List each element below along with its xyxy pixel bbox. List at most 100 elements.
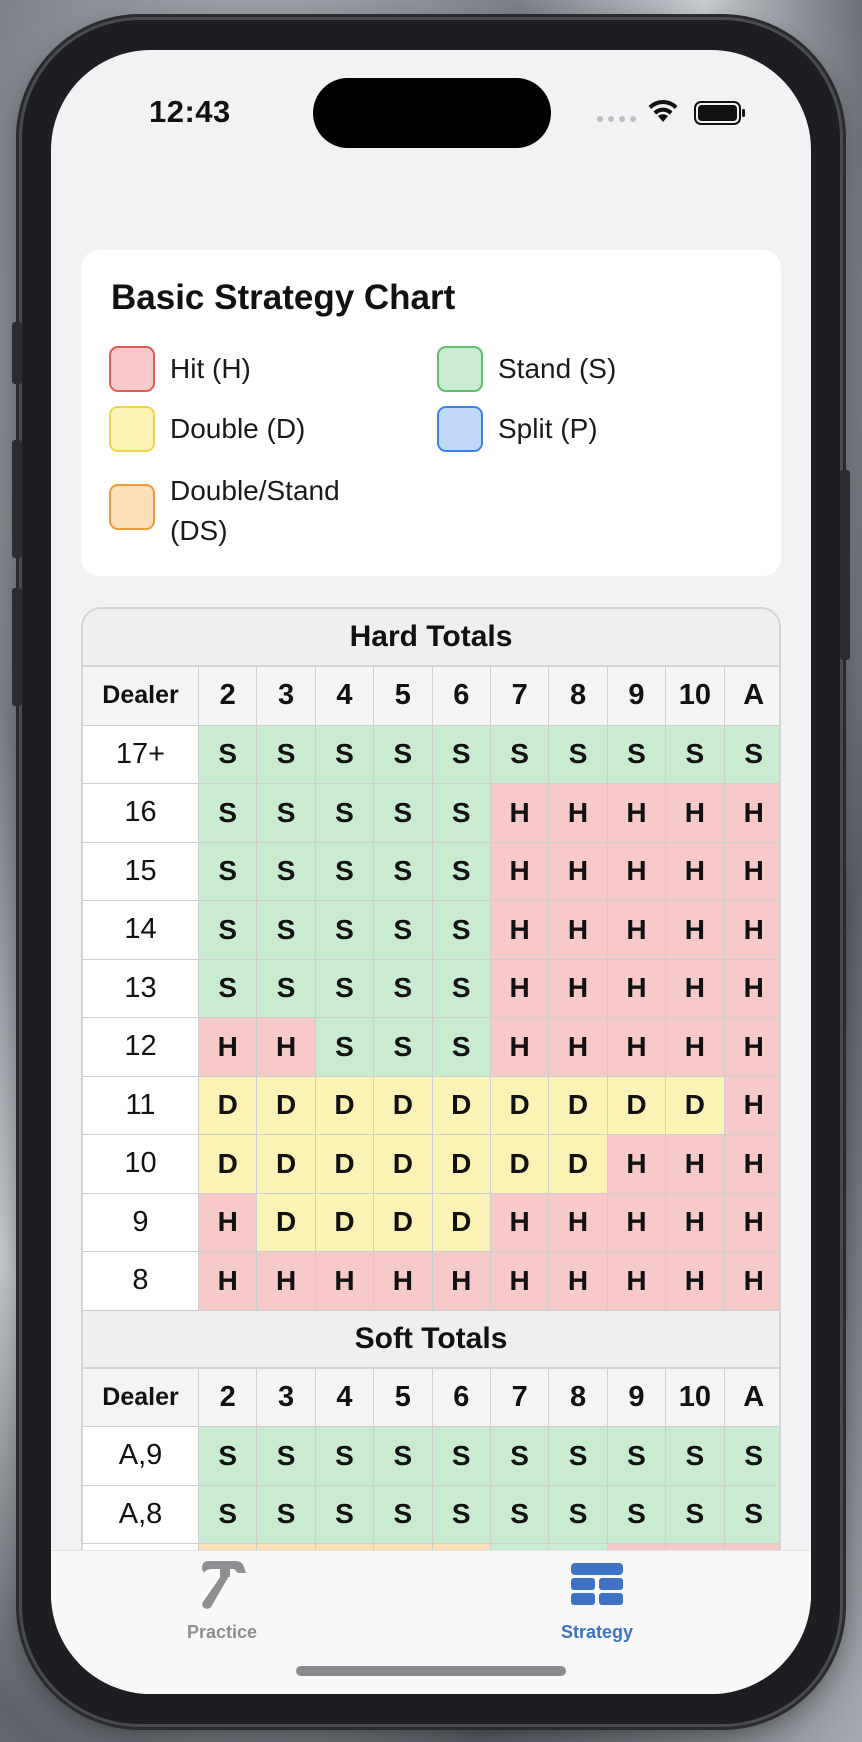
player-hand-label: 13 <box>83 959 199 1018</box>
action-cell: H <box>607 1193 667 1252</box>
action-cell: H <box>666 1135 725 1194</box>
dealer-card-header: 4 <box>315 1368 375 1427</box>
dealer-card-header: 9 <box>607 1368 667 1427</box>
table-row: 15 S S S S S H H H H H <box>83 842 779 901</box>
side-button-volume-up <box>12 440 22 558</box>
strategy-scroll-view[interactable]: Basic Strategy Chart Hit (H) Stand (S) D… <box>51 200 811 1550</box>
action-cell: H <box>666 1193 725 1252</box>
legend-label-split: Split (P) <box>498 413 598 444</box>
table-row: 14 S S S S S H H H H H <box>83 901 779 960</box>
legend-label-hit: Hit (H) <box>170 353 251 384</box>
action-cell: D <box>257 1135 316 1194</box>
soft-header-row: Dealer 2 3 4 5 6 7 8 9 10 A <box>83 1368 779 1427</box>
legend-label-double: Double (D) <box>170 413 306 444</box>
soft-totals-title: Soft Totals <box>83 1310 779 1369</box>
action-cell: H <box>607 959 667 1018</box>
action-cell: S <box>666 725 725 784</box>
action-cell: S <box>257 842 316 901</box>
action-cell: S <box>549 725 608 784</box>
action-cell: H <box>607 842 667 901</box>
action-cell: H <box>607 901 667 960</box>
action-cell: H <box>607 1135 667 1194</box>
action-cell: H <box>607 784 667 843</box>
split-swatch <box>437 406 483 452</box>
action-cell: S <box>607 1427 667 1486</box>
action-cell: H <box>549 901 608 960</box>
action-cell: S <box>724 1485 779 1544</box>
action-cell: S <box>666 1427 725 1486</box>
action-cell: H <box>549 1193 608 1252</box>
action-cell: S <box>374 842 433 901</box>
action-cell: H <box>666 1252 725 1311</box>
action-cell: H <box>257 1018 316 1077</box>
action-cell: S <box>432 1485 491 1544</box>
action-cell: D <box>257 1076 316 1135</box>
action-cell: S <box>432 901 491 960</box>
action-cell: S <box>374 725 433 784</box>
action-cell: S <box>199 1485 258 1544</box>
action-cell: S <box>315 901 375 960</box>
legend-label-stand: Stand (S) <box>498 353 617 384</box>
player-hand-label: 14 <box>83 901 199 960</box>
player-hand-label: A,8 <box>83 1485 199 1544</box>
hard-header-row: Dealer 2 3 4 5 6 7 8 9 10 A <box>83 667 779 726</box>
dealer-card-header: 8 <box>549 1368 608 1427</box>
action-cell: H <box>490 1193 550 1252</box>
action-cell: S <box>490 1485 550 1544</box>
action-cell: D <box>374 1076 433 1135</box>
hard-totals-title: Hard Totals <box>83 609 779 667</box>
double-swatch <box>109 406 155 452</box>
action-cell: S <box>315 784 375 843</box>
action-cell: S <box>315 1485 375 1544</box>
legend-item-hit: Hit (H) <box>109 346 251 392</box>
dealer-card-header: 9 <box>607 667 667 726</box>
action-cell: H <box>490 959 550 1018</box>
action-cell: H <box>549 784 608 843</box>
cellular-signal-icon <box>597 116 636 122</box>
action-cell: D <box>607 1076 667 1135</box>
status-time: 12:43 <box>149 94 231 129</box>
dealer-card-header: 7 <box>490 1368 550 1427</box>
action-cell: H <box>724 1252 779 1311</box>
action-cell: D <box>490 1135 550 1194</box>
table-row: A,8 S S S S S S S S S S <box>83 1485 779 1544</box>
action-cell: H <box>549 959 608 1018</box>
side-button-action <box>12 322 22 384</box>
action-cell: S <box>432 725 491 784</box>
action-cell: H <box>490 901 550 960</box>
tab-strategy[interactable]: Strategy <box>522 1559 672 1643</box>
action-cell: S <box>199 959 258 1018</box>
player-hand-label: 16 <box>83 784 199 843</box>
player-hand-label: 9 <box>83 1193 199 1252</box>
action-cell: S <box>315 959 375 1018</box>
action-cell: H <box>549 1252 608 1311</box>
action-cell: D <box>432 1076 491 1135</box>
dealer-card-header: 5 <box>374 1368 433 1427</box>
action-cell: H <box>432 1252 491 1311</box>
action-cell: S <box>374 1018 433 1077</box>
action-cell: S <box>490 1427 550 1486</box>
action-cell: S <box>199 901 258 960</box>
action-cell: S <box>432 784 491 843</box>
action-cell: H <box>607 1252 667 1311</box>
action-cell: H <box>666 842 725 901</box>
dealer-card-header: A <box>724 1368 779 1427</box>
action-cell: S <box>315 725 375 784</box>
action-cell: S <box>432 959 491 1018</box>
dealer-card-header: 10 <box>666 667 725 726</box>
action-cell: H <box>199 1252 258 1311</box>
legend-title: Basic Strategy Chart <box>111 278 456 317</box>
app-screen: 12:43 Basic Strategy Chart Hit (H) Stand… <box>51 50 811 1694</box>
table-row: 11 D D D D D D D D D H <box>83 1076 779 1135</box>
action-cell: S <box>257 959 316 1018</box>
legend-item-double-stand: Double/Stand (DS) <box>109 468 380 551</box>
player-hand-label: 8 <box>83 1252 199 1311</box>
legend-item-stand: Stand (S) <box>437 346 616 392</box>
table-row: 17+ S S S S S S S S S S <box>83 725 779 784</box>
wifi-icon <box>648 99 678 122</box>
battery-icon <box>694 101 745 125</box>
player-hand-label: 10 <box>83 1135 199 1194</box>
tab-practice[interactable]: Practice <box>147 1559 297 1643</box>
action-cell: D <box>199 1076 258 1135</box>
action-cell: S <box>490 725 550 784</box>
